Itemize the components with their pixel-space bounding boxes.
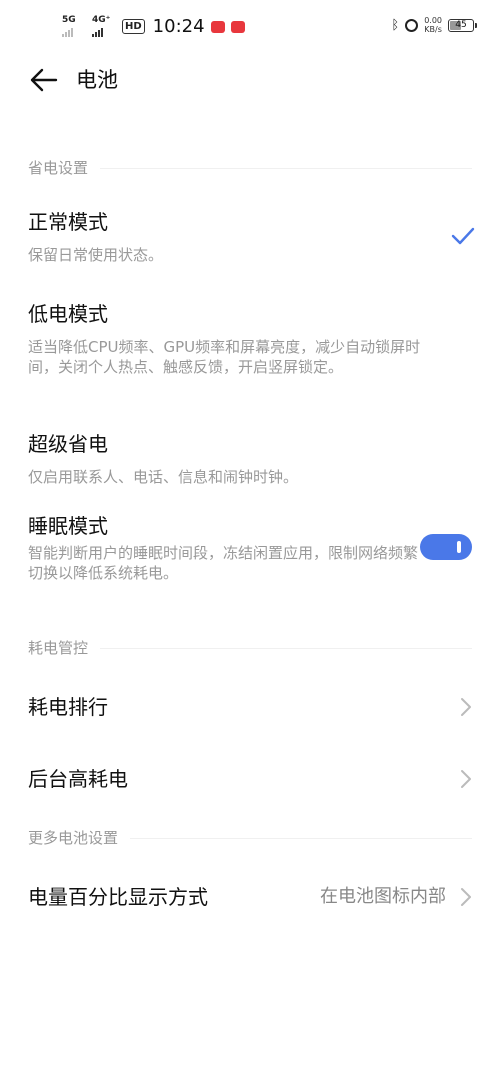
mode-super-saver[interactable]: 超级省电 仅启用联系人、电话、信息和闹钟时钟。 <box>0 423 500 493</box>
mode-sleep[interactable]: 睡眠模式 智能判断用户的睡眠时间段，冻结闲置应用，限制网络频繁切换以降低系统耗电… <box>0 505 500 591</box>
battery-percentage-value: 在电池图标内部 <box>320 886 446 907</box>
sleep-mode-toggle[interactable] <box>420 534 472 560</box>
network-speed: 0.00 KB/s <box>424 16 442 34</box>
signal-icon-sim2: 4G⁺ <box>92 14 116 37</box>
network-speed-value: 0.00 <box>424 16 442 25</box>
mode-sleep-desc: 智能判断用户的睡眠时间段，冻结闲置应用，限制网络频繁切换以降低系统耗电。 <box>28 544 419 582</box>
item-background-high-consumption[interactable]: 后台高耗电 <box>0 752 500 806</box>
section-consumption: 耗电管控 <box>28 638 472 658</box>
battery-icon: 45 <box>448 18 477 32</box>
section-title: 耗电管控 <box>28 639 89 657</box>
chevron-right-icon <box>461 698 471 716</box>
page-title: 电池 <box>76 68 118 92</box>
checkmark-icon <box>451 227 475 245</box>
item-power-ranking[interactable]: 耗电排行 <box>0 680 500 734</box>
app-notification-icon-2 <box>230 20 245 33</box>
section-title: 更多电池设置 <box>28 829 119 847</box>
mode-normal-desc: 保留日常使用状态。 <box>28 246 164 264</box>
signal-icon-sim1: 5G <box>62 14 86 37</box>
bluetooth-icon: ᛒ <box>391 17 400 33</box>
battery-percentage-title: 电量百分比显示方式 <box>28 885 208 909</box>
section-more-battery: 更多电池设置 <box>28 828 472 848</box>
mode-sleep-title: 睡眠模式 <box>28 514 108 538</box>
mode-super-saver-desc: 仅启用联系人、电话、信息和闹钟时钟。 <box>28 468 299 486</box>
page-header: 电池 <box>0 56 500 104</box>
mode-super-saver-title: 超级省电 <box>28 432 108 456</box>
status-bar-right: ᛒ 0.00 KB/s 45 <box>391 16 477 34</box>
alarm-icon <box>405 18 419 32</box>
mode-low-power-title: 低电模式 <box>28 302 108 326</box>
mode-normal-title: 正常模式 <box>28 210 108 234</box>
status-bar: 5G 4G⁺ HD 10:24 ᛒ 0.00 KB/s 45 <box>0 0 500 56</box>
back-button[interactable] <box>28 66 60 94</box>
item-battery-percentage[interactable]: 电量百分比显示方式 在电池图标内部 <box>0 870 500 924</box>
network-speed-unit: KB/s <box>424 25 442 34</box>
chevron-right-icon <box>461 888 471 906</box>
hd-voice-icon: HD <box>122 19 145 34</box>
sim2-network-label: 4G⁺ <box>92 14 111 25</box>
status-bar-left: 5G 4G⁺ HD 10:24 <box>62 14 245 37</box>
section-title: 省电设置 <box>28 159 89 177</box>
mode-low-power[interactable]: 低电模式 适当降低CPU频率、GPU频率和屏幕亮度，减少自动锁屏时间，关闭个人热… <box>0 293 500 403</box>
toggle-knob <box>457 541 461 553</box>
status-time: 10:24 <box>152 16 205 37</box>
mode-low-power-desc: 适当降低CPU频率、GPU频率和屏幕亮度，减少自动锁屏时间，关闭个人热点、触感反… <box>28 338 421 376</box>
background-high-consumption-title: 后台高耗电 <box>28 767 128 791</box>
power-ranking-title: 耗电排行 <box>28 695 108 719</box>
chevron-right-icon <box>461 770 471 788</box>
battery-level: 45 <box>455 19 467 30</box>
sim1-network-label: 5G <box>62 14 76 25</box>
arrow-left-icon <box>30 68 58 92</box>
mode-normal[interactable]: 正常模式 保留日常使用状态。 <box>0 200 500 276</box>
app-notification-icon <box>210 20 225 33</box>
section-power-saving: 省电设置 <box>28 158 472 178</box>
